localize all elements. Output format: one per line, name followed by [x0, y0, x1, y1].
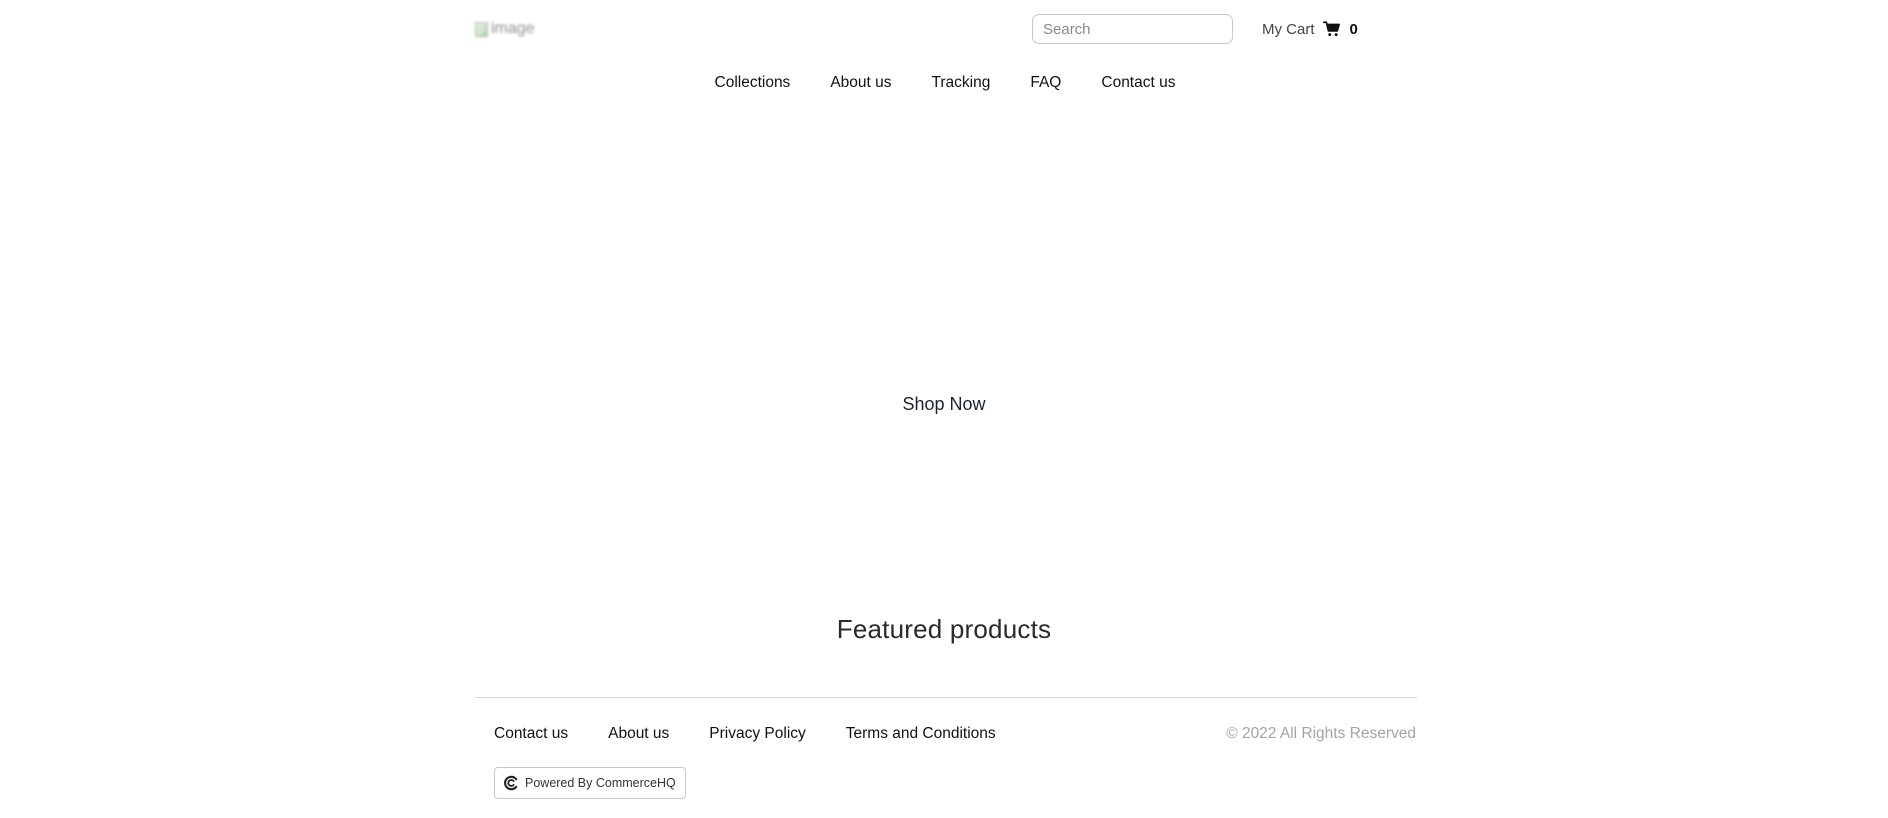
- shop-now-button[interactable]: Shop Now: [902, 394, 985, 414]
- nav-item-tracking[interactable]: Tracking: [932, 74, 991, 96]
- store-logo[interactable]: image: [475, 18, 541, 40]
- cart-label: My Cart: [1262, 20, 1315, 38]
- powered-by-text: Powered By CommerceHQ: [525, 776, 676, 790]
- featured-products-title: Featured products: [836, 614, 1052, 644]
- powered-by-commercehq-badge[interactable]: Powered By CommerceHQ: [494, 767, 686, 799]
- header: image My Cart 0: [475, 0, 1417, 60]
- footer-link-about-us[interactable]: About us: [608, 725, 669, 743]
- page: image My Cart 0 Collections About us Tra…: [0, 0, 1888, 818]
- main-nav-items: Collections About us Tracking FAQ Contac…: [713, 74, 1176, 96]
- nav-item-faq[interactable]: FAQ: [1030, 74, 1061, 96]
- nav-item-about-us[interactable]: About us: [830, 74, 891, 96]
- search-input[interactable]: [1032, 14, 1233, 44]
- logo-alt-text: image: [491, 20, 535, 37]
- copyright-text: © 2022 All Rights Reserved: [1226, 725, 1416, 742]
- footer-link-contact-us[interactable]: Contact us: [494, 725, 568, 743]
- commercehq-logo-icon: [503, 775, 519, 791]
- broken-image-icon: [475, 21, 488, 37]
- footer-links: Contact us About us Privacy Policy Terms…: [494, 725, 996, 743]
- nav-item-collections[interactable]: Collections: [715, 74, 791, 96]
- footer-divider: [475, 697, 1417, 698]
- footer-link-terms-and-conditions[interactable]: Terms and Conditions: [846, 725, 996, 743]
- nav-item-contact-us[interactable]: Contact us: [1101, 74, 1175, 96]
- cart-button[interactable]: My Cart 0: [1262, 19, 1358, 39]
- main-nav: Collections About us Tracking FAQ Contac…: [0, 74, 1888, 96]
- cart-icon: [1322, 20, 1341, 38]
- cart-count: 0: [1349, 20, 1358, 38]
- footer-link-privacy-policy[interactable]: Privacy Policy: [709, 725, 805, 743]
- hero-banner: Shop Now: [0, 394, 1888, 415]
